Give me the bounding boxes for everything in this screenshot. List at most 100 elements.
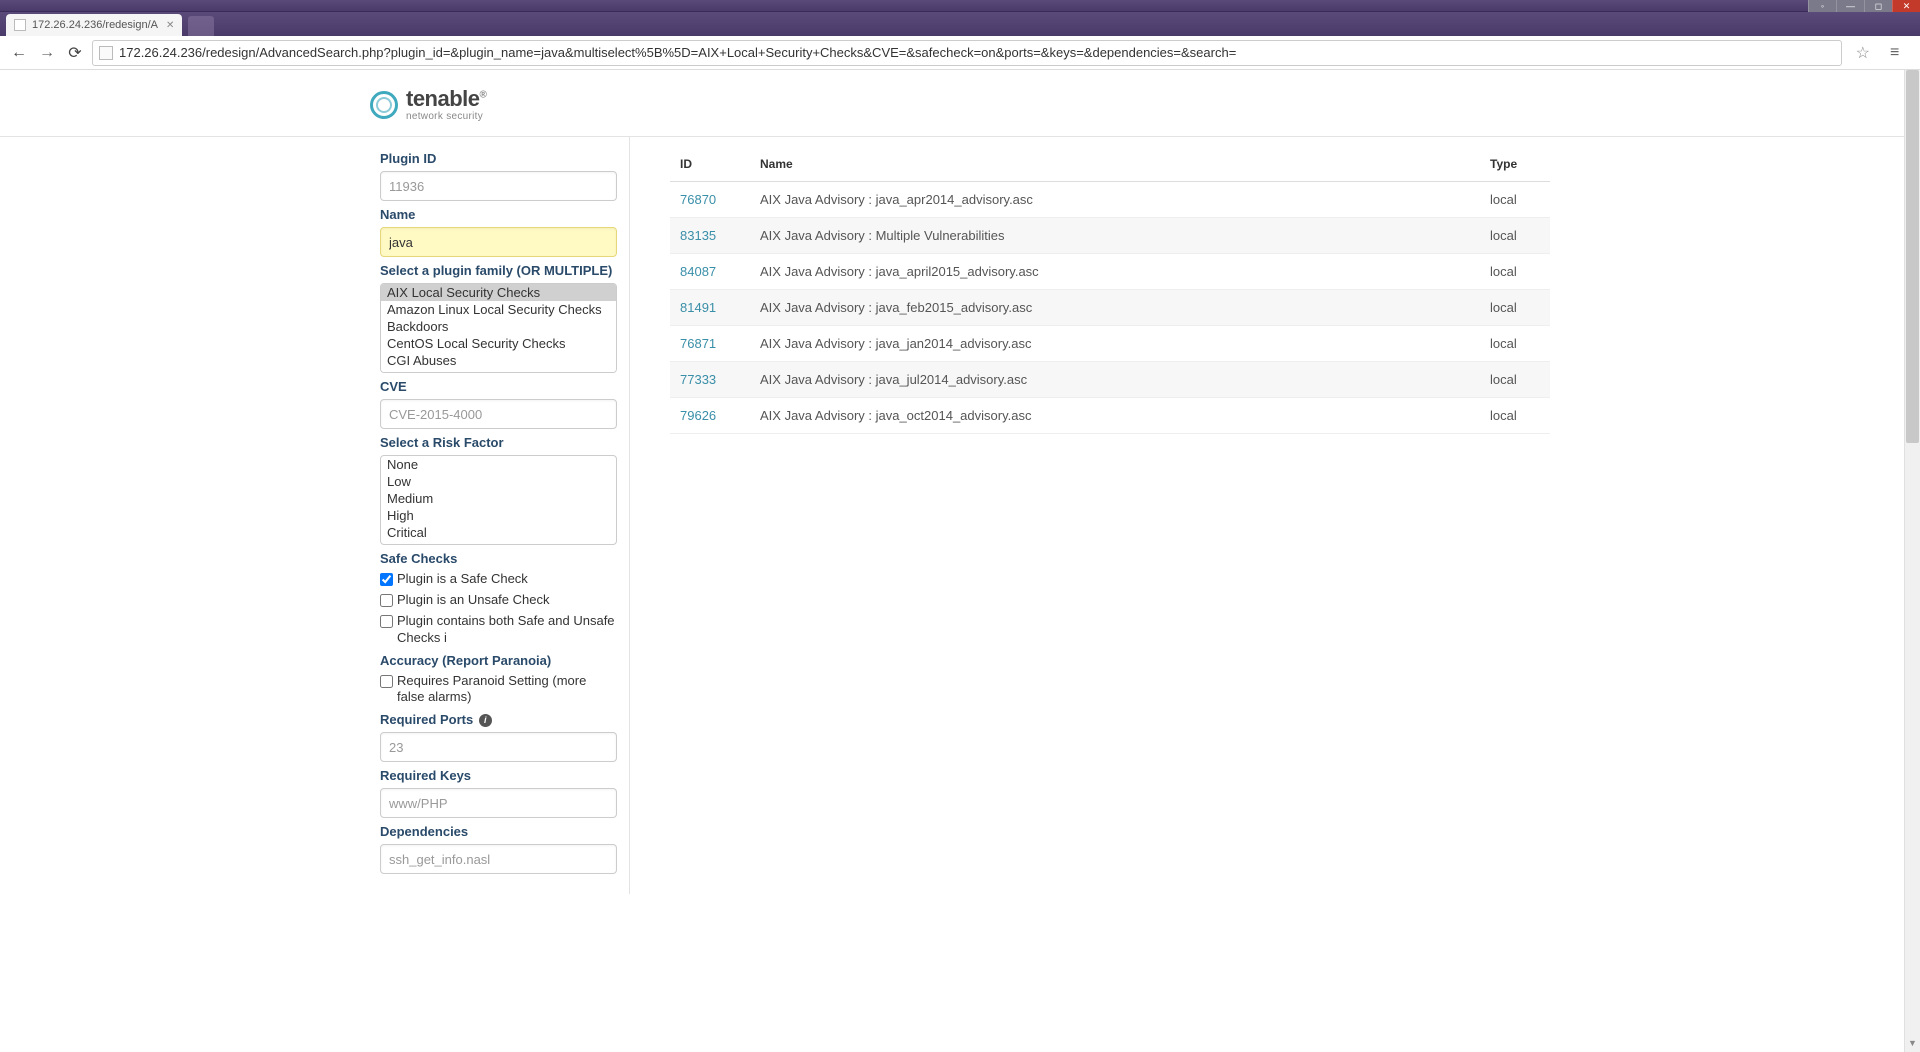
scroll-thumb[interactable] — [1906, 70, 1919, 443]
cell-type: local — [1480, 254, 1550, 290]
family-option[interactable]: CentOS Local Security Checks — [381, 335, 616, 352]
plugin-id-link[interactable]: 76871 — [680, 336, 716, 351]
safecheck-label-3: Plugin contains both Safe and Unsafe Che… — [397, 613, 617, 647]
accuracy-label: Accuracy (Report Paranoia) — [380, 653, 617, 668]
family-option[interactable]: Backdoors — [381, 318, 616, 335]
cell-id: 83135 — [670, 218, 750, 254]
scroll-down-icon[interactable]: ▼ — [1905, 1038, 1920, 1052]
name-input[interactable] — [380, 227, 617, 257]
reload-button[interactable]: ⟳ — [64, 42, 86, 64]
family-option[interactable]: AIX Local Security Checks — [381, 284, 616, 301]
bookmark-star-icon[interactable]: ☆ — [1856, 43, 1870, 63]
family-label: Select a plugin family (OR MULTIPLE) — [380, 263, 617, 278]
safecheck-checkbox-3[interactable] — [380, 615, 393, 628]
cell-type: local — [1480, 290, 1550, 326]
name-label: Name — [380, 207, 617, 222]
risk-select[interactable]: None Low Medium High Critical — [380, 455, 617, 545]
safecheck-checkbox-1[interactable] — [380, 573, 393, 586]
col-header-name[interactable]: Name — [750, 147, 1480, 182]
page-scrollbar[interactable]: ▲ ▼ — [1904, 70, 1920, 1052]
ports-label: Required Ports i — [380, 712, 617, 727]
accuracy-checkbox-1[interactable] — [380, 675, 393, 688]
plugin-id-link[interactable]: 84087 — [680, 264, 716, 279]
cell-id: 76870 — [670, 182, 750, 218]
tenable-logo[interactable]: tenable® network security — [370, 88, 486, 122]
family-option[interactable]: CGI Abuses : XSS — [381, 369, 616, 373]
cell-name: AIX Java Advisory : java_apr2014_advisor… — [750, 182, 1480, 218]
family-option[interactable]: Amazon Linux Local Security Checks — [381, 301, 616, 318]
family-select[interactable]: AIX Local Security Checks Amazon Linux L… — [380, 283, 617, 373]
hamburger-menu-icon[interactable]: ≡ — [1890, 44, 1906, 62]
safecheck-label-2: Plugin is an Unsafe Check — [397, 592, 549, 609]
risk-option[interactable]: Critical — [381, 524, 616, 541]
cell-name: AIX Java Advisory : java_oct2014_advisor… — [750, 398, 1480, 434]
window-maximize-button[interactable]: ◻ — [1864, 0, 1892, 12]
keys-label: Required Keys — [380, 768, 617, 783]
new-tab-button[interactable] — [188, 16, 214, 36]
risk-option[interactable]: None — [381, 456, 616, 473]
plugin-id-link[interactable]: 79626 — [680, 408, 716, 423]
cell-name: AIX Java Advisory : java_april2015_advis… — [750, 254, 1480, 290]
cell-type: local — [1480, 362, 1550, 398]
risk-option[interactable]: Low — [381, 473, 616, 490]
cell-name: AIX Java Advisory : java_feb2015_advisor… — [750, 290, 1480, 326]
deps-input[interactable] — [380, 844, 617, 874]
table-row[interactable]: 77333 AIX Java Advisory : java_jul2014_ad… — [670, 362, 1550, 398]
ports-input[interactable] — [380, 732, 617, 762]
table-row[interactable]: 81491 AIX Java Advisory : java_feb2015_ad… — [670, 290, 1550, 326]
window-minimize-button[interactable]: — — [1836, 0, 1864, 12]
address-bar[interactable]: 172.26.24.236/redesign/AdvancedSearch.ph… — [92, 40, 1842, 66]
deps-label: Dependencies — [380, 824, 617, 839]
window-controls: ◦ — ◻ ✕ — [1808, 0, 1920, 12]
cell-id: 77333 — [670, 362, 750, 398]
table-row[interactable]: 83135 AIX Java Advisory : Multiple Vulner… — [670, 218, 1550, 254]
cve-label: CVE — [380, 379, 617, 394]
table-row[interactable]: 84087 AIX Java Advisory : java_april2015_… — [670, 254, 1550, 290]
cell-id: 81491 — [670, 290, 750, 326]
safecheck-checkbox-2[interactable] — [380, 594, 393, 607]
cve-input[interactable] — [380, 399, 617, 429]
safecheck-row-2: Plugin is an Unsafe Check — [380, 592, 617, 609]
cell-name: AIX Java Advisory : java_jan2014_advisor… — [750, 326, 1480, 362]
results-table: ID Name Type 76870 AIX Java Advisory : ja… — [670, 147, 1550, 434]
risk-option[interactable]: Medium — [381, 490, 616, 507]
table-row[interactable]: 76871 AIX Java Advisory : java_jan2014_ad… — [670, 326, 1550, 362]
browser-tab-strip: 172.26.24.236/redesign/A ✕ — [0, 12, 1920, 36]
plugin-id-link[interactable]: 76870 — [680, 192, 716, 207]
cell-id: 79626 — [670, 398, 750, 434]
logo-sub-text: network security — [406, 112, 486, 122]
table-row[interactable]: 76870 AIX Java Advisory : java_apr2014_ad… — [670, 182, 1550, 218]
browser-toolbar: ← → ⟳ 172.26.24.236/redesign/AdvancedSea… — [0, 36, 1920, 70]
forward-button[interactable]: → — [36, 42, 58, 64]
cell-name: AIX Java Advisory : java_jul2014_advisor… — [750, 362, 1480, 398]
risk-label: Select a Risk Factor — [380, 435, 617, 450]
safecheck-row-3: Plugin contains both Safe and Unsafe Che… — [380, 613, 617, 647]
safechecks-label: Safe Checks — [380, 551, 617, 566]
info-icon[interactable]: i — [479, 714, 492, 727]
plugin-id-input[interactable] — [380, 171, 617, 201]
cell-type: local — [1480, 182, 1550, 218]
tab-close-icon[interactable]: ✕ — [166, 20, 174, 31]
plugin-id-link[interactable]: 83135 — [680, 228, 716, 243]
cell-id: 76871 — [670, 326, 750, 362]
keys-input[interactable] — [380, 788, 617, 818]
window-profile-icon[interactable]: ◦ — [1808, 0, 1836, 12]
plugin-id-link[interactable]: 81491 — [680, 300, 716, 315]
cell-id: 84087 — [670, 254, 750, 290]
col-header-id[interactable]: ID — [670, 147, 750, 182]
search-form-panel: Plugin ID Name Select a plugin family (O… — [370, 137, 630, 894]
browser-tab-active[interactable]: 172.26.24.236/redesign/A ✕ — [6, 14, 182, 36]
window-close-button[interactable]: ✕ — [1892, 0, 1920, 12]
back-button[interactable]: ← — [8, 42, 30, 64]
logo-main-text: tenable® — [406, 88, 486, 110]
cell-type: local — [1480, 398, 1550, 434]
family-option[interactable]: CGI Abuses — [381, 352, 616, 369]
address-url: 172.26.24.236/redesign/AdvancedSearch.ph… — [119, 45, 1236, 60]
plugin-id-link[interactable]: 77333 — [680, 372, 716, 387]
risk-option[interactable]: High — [381, 507, 616, 524]
cell-name: AIX Java Advisory : Multiple Vulnerabili… — [750, 218, 1480, 254]
info-icon[interactable]: i — [444, 630, 447, 645]
col-header-type[interactable]: Type — [1480, 147, 1550, 182]
table-row[interactable]: 79626 AIX Java Advisory : java_oct2014_ad… — [670, 398, 1550, 434]
tenable-swirl-icon — [370, 91, 398, 119]
